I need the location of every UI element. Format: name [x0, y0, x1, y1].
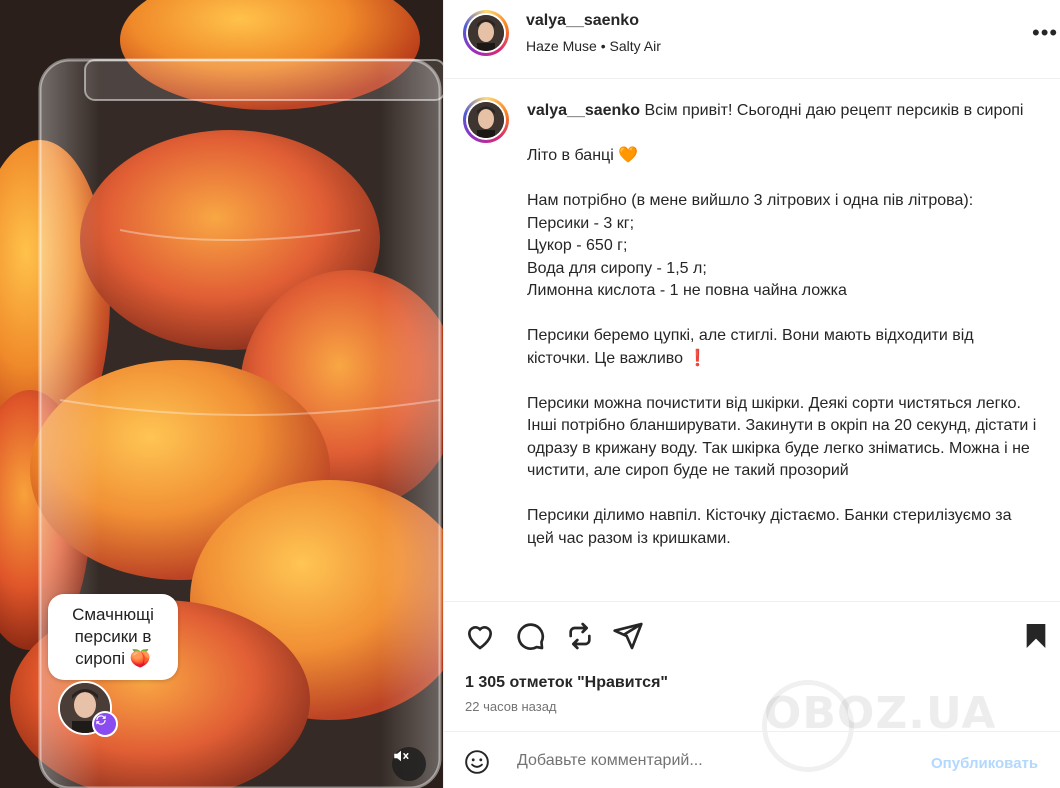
post-time[interactable]: 22 часов назад [465, 699, 557, 714]
post-panel: valya__saenko Haze Muse • Salty Air ••• … [443, 0, 1060, 788]
mute-button[interactable] [392, 747, 426, 781]
post-media[interactable]: Смачнющі персики в сиропі 🍑 [0, 0, 443, 788]
caption-body: Всім привіт! Сьогодні даю рецепт персикі… [527, 102, 1037, 547]
speaker-muted-icon [394, 750, 409, 762]
remix-icon [96, 715, 106, 725]
likes-count[interactable]: 1 305 отметок "Нравится" [465, 674, 668, 692]
more-options-button[interactable]: ••• [1032, 20, 1058, 46]
header-username[interactable]: valya__saenko [526, 12, 639, 30]
face-icon [468, 15, 504, 51]
audio-separator: • [600, 38, 606, 54]
emoji-icon[interactable] [464, 749, 490, 775]
remix-badge[interactable] [92, 711, 118, 737]
caption-avatar[interactable] [463, 97, 509, 143]
sticker-bubble: Смачнющі персики в сиропі 🍑 [48, 594, 178, 680]
heart-icon[interactable] [464, 620, 496, 652]
repost-icon[interactable] [564, 620, 596, 652]
caption-area: valya__saenko Всім привіт! Сьогодні даю … [444, 80, 1060, 600]
bookmark-icon[interactable] [1020, 620, 1052, 652]
header-avatar[interactable] [463, 10, 509, 56]
face-icon [468, 102, 504, 138]
sticker-text: Смачнющі персики в сиропі 🍑 [72, 605, 154, 668]
caption-text: valya__saenko Всім привіт! Сьогодні даю … [527, 100, 1037, 550]
caption-username[interactable]: valya__saenko [527, 102, 640, 119]
comment-icon[interactable] [514, 620, 546, 652]
share-icon[interactable] [612, 620, 644, 652]
publish-button[interactable]: Опубликовать [931, 755, 1038, 772]
audio-title: Salty Air [609, 38, 661, 54]
comment-bar: Опубликовать [444, 731, 1060, 788]
comment-input[interactable] [515, 746, 899, 776]
post-header: valya__saenko Haze Muse • Salty Air ••• [444, 0, 1060, 79]
audio-artist: Haze Muse [526, 38, 597, 54]
audio-info[interactable]: Haze Muse • Salty Air [526, 38, 661, 54]
